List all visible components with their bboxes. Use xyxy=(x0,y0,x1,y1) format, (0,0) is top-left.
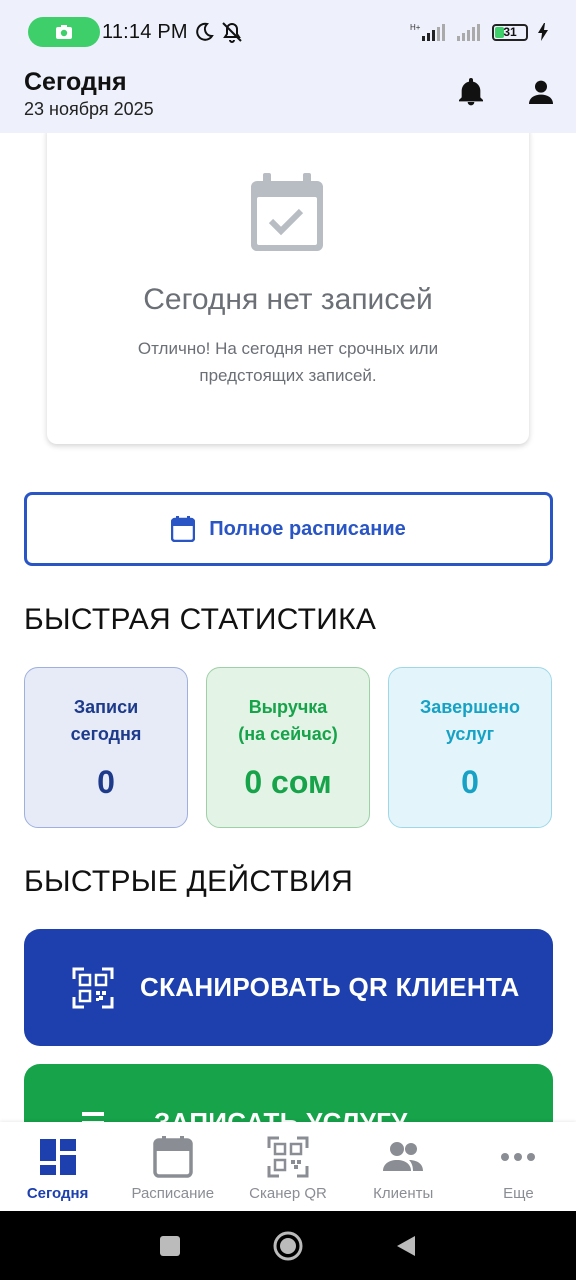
charging-icon xyxy=(538,23,548,41)
nav-label: Сканер QR xyxy=(249,1185,327,1202)
app-header: Сегодня 23 ноября 2025 xyxy=(0,64,576,133)
stat-label: Завершено услуг xyxy=(400,694,540,748)
empty-state-card: Сегодня нет записей Отлично! На сегодня … xyxy=(47,133,529,444)
nav-label: Расписание xyxy=(131,1185,215,1202)
stat-value: 0 xyxy=(461,764,479,800)
stat-value: 0 xyxy=(97,764,115,800)
bottom-nav: Сегодня Расписание Сканер QR Клиенты Еще xyxy=(0,1122,576,1211)
record-service-button[interactable]: ЗАПИСАТЬ УСЛУГУ xyxy=(24,1064,553,1122)
stat-card-revenue: Выручка (на сейчас) 0 сом xyxy=(206,667,370,828)
quick-stats-title: БЫСТРАЯ СТАТИСТИКА xyxy=(24,603,377,636)
nav-item-more[interactable]: Еще xyxy=(461,1122,576,1211)
stat-label-line: Записи xyxy=(73,697,139,717)
nav-label: Сегодня xyxy=(26,1185,89,1202)
status-bar: 11:14 PM H+ 31 xyxy=(0,0,576,64)
home-icon[interactable] xyxy=(272,1230,304,1262)
qr-code-icon xyxy=(72,967,114,1008)
stat-label-line: сегодня xyxy=(70,724,142,744)
status-right: H+ 31 xyxy=(410,22,548,42)
page-date: 23 ноября 2025 xyxy=(24,99,154,119)
page-title: Сегодня xyxy=(24,68,127,96)
bell-icon[interactable] xyxy=(455,76,487,108)
signal-icon: H+ xyxy=(410,23,445,41)
svg-text:H+: H+ xyxy=(410,23,421,32)
moon-icon xyxy=(194,22,214,42)
stat-label-line: (на сейчас) xyxy=(238,724,338,744)
battery-level: 31 xyxy=(503,25,517,39)
camera-indicator xyxy=(28,17,100,47)
nav-label: Еще xyxy=(503,1185,534,1202)
user-icon[interactable] xyxy=(525,76,557,108)
qr-code-icon xyxy=(267,1136,309,1178)
full-schedule-button[interactable]: Полное расписание xyxy=(24,492,553,566)
people-icon xyxy=(383,1142,424,1171)
full-schedule-label: Полное расписание xyxy=(209,517,406,540)
stat-label-line: Завершено xyxy=(419,697,520,717)
calendar-icon xyxy=(171,516,196,542)
screen: 11:14 PM H+ 31 Сегодня 23 ноября 2025 Се… xyxy=(0,0,576,1280)
empty-state-title: Сегодня нет записей xyxy=(143,283,433,316)
calendar-check-icon xyxy=(251,173,323,251)
battery-icon: 31 xyxy=(492,23,528,41)
recents-icon[interactable] xyxy=(158,1234,182,1258)
stat-label: Записи сегодня xyxy=(36,694,176,748)
signal-icon xyxy=(457,24,480,41)
system-nav-bar xyxy=(0,1211,576,1280)
stat-card-bookings: Записи сегодня 0 xyxy=(24,667,188,828)
nav-item-qr-scanner[interactable]: Сканер QR xyxy=(230,1122,345,1211)
scan-qr-label: СКАНИРОВАТЬ QR КЛИЕНТА xyxy=(140,972,520,1002)
stat-label-line: услуг xyxy=(445,724,495,744)
more-icon xyxy=(501,1153,536,1161)
stat-card-completed: Завершено услуг 0 xyxy=(388,667,552,828)
vibrate-off-icon xyxy=(220,21,244,43)
list-icon xyxy=(82,1111,104,1122)
scan-qr-button[interactable]: СКАНИРОВАТЬ QR КЛИЕНТА xyxy=(24,929,553,1046)
nav-label: Клиенты xyxy=(373,1185,434,1202)
camera-icon xyxy=(56,25,72,39)
stat-label-line: Выручка xyxy=(248,697,328,717)
record-service-label: ЗАПИСАТЬ УСЛУГУ xyxy=(154,1107,408,1122)
content-area[interactable]: Сегодня нет записей Отлично! На сегодня … xyxy=(0,133,576,1122)
empty-state-text: Отлично! На сегодня нет срочных или пред… xyxy=(137,339,439,385)
nav-item-clients[interactable]: Клиенты xyxy=(346,1122,461,1211)
stat-value: 0 сом xyxy=(244,764,332,800)
calendar-icon xyxy=(153,1136,193,1178)
dashboard-icon xyxy=(39,1139,76,1175)
status-time: 11:14 PM xyxy=(102,20,188,43)
stat-label: Выручка (на сейчас) xyxy=(218,694,358,748)
nav-item-today[interactable]: Сегодня xyxy=(0,1122,115,1211)
quick-actions-title: БЫСТРЫЕ ДЕЙСТВИЯ xyxy=(24,865,354,898)
back-icon[interactable] xyxy=(394,1234,418,1258)
nav-item-schedule[interactable]: Расписание xyxy=(115,1122,230,1211)
